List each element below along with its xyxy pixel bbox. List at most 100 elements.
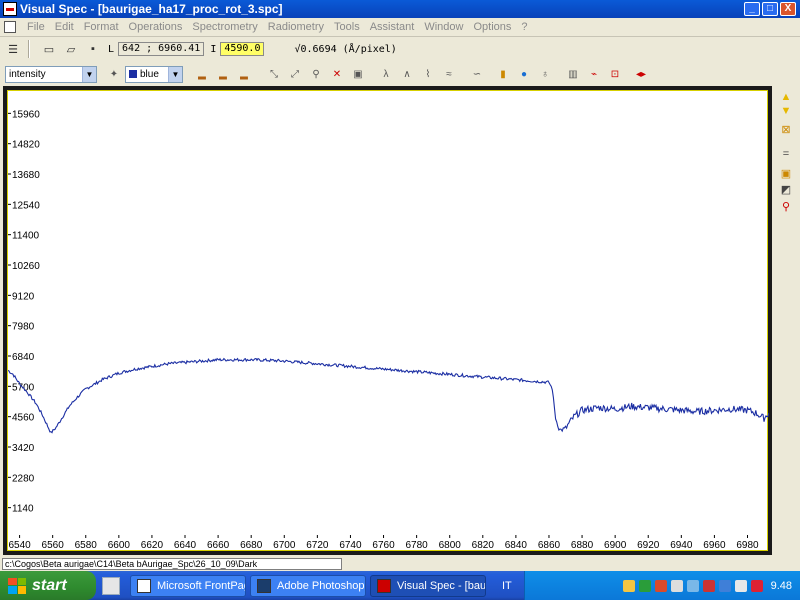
line-list-2-icon[interactable]: ▂ bbox=[214, 65, 232, 83]
zoom-out-icon[interactable]: ⚲ bbox=[777, 199, 795, 215]
x-tick-label: 6800 bbox=[439, 540, 462, 551]
x-tick-label: 6820 bbox=[472, 540, 495, 551]
display-toolbar: intensity ▼ ✦ blue ▼ ▂ ▂ ▂ ⤡ ⤢ ⚲ ✕ ▣ λ ∧… bbox=[0, 63, 800, 85]
task-label: Visual Spec - [bauriga... bbox=[397, 579, 486, 592]
task-frontpage[interactable]: Microsoft FrontPage -... bbox=[130, 574, 246, 597]
arrow-left-right-icon[interactable]: ◂▸ bbox=[632, 65, 650, 83]
menu-help[interactable]: ? bbox=[516, 21, 532, 33]
x-tick-label: 6580 bbox=[75, 540, 98, 551]
start-button[interactable]: start bbox=[0, 571, 96, 600]
x-tick-label: 6680 bbox=[240, 540, 263, 551]
bluetooth-icon[interactable] bbox=[718, 579, 731, 592]
open-folder-icon[interactable]: ▱ bbox=[62, 40, 80, 58]
x-tick-label: 6980 bbox=[736, 540, 759, 551]
open-file-icon[interactable]: ▭ bbox=[40, 40, 58, 58]
task-label: Adobe Photoshop CS3 bbox=[277, 579, 365, 592]
menu-spectrometry[interactable]: Spectrometry bbox=[187, 21, 262, 33]
y-tick-label: 3420 bbox=[12, 443, 35, 454]
security-icon[interactable] bbox=[654, 579, 667, 592]
x-tick-label: 6540 bbox=[8, 540, 31, 551]
x-tick-label: 6600 bbox=[108, 540, 131, 551]
bar-icon[interactable]: ▮ bbox=[494, 65, 512, 83]
x-tick-label: 6700 bbox=[273, 540, 296, 551]
x-tick-label: 6840 bbox=[505, 540, 528, 551]
network-icon[interactable] bbox=[686, 579, 699, 592]
peak-icon[interactable]: ∧ bbox=[398, 65, 416, 83]
x-tick-label: 6880 bbox=[571, 540, 594, 551]
lock-icon[interactable]: ⊠ bbox=[777, 122, 795, 138]
camera-icon[interactable]: ▣ bbox=[349, 65, 367, 83]
line-list-icon[interactable]: ▂ bbox=[193, 65, 211, 83]
minimize-button[interactable]: _ bbox=[744, 2, 760, 16]
alert-icon[interactable] bbox=[702, 579, 715, 592]
profile-icon[interactable]: ⌇ bbox=[419, 65, 437, 83]
status-bar: c:\Cogos\Beta aurigae\C14\Beta bAurigae_… bbox=[0, 557, 800, 571]
fit-lambda-icon[interactable]: λ bbox=[377, 65, 395, 83]
zoom-reset-icon[interactable]: ✕ bbox=[328, 65, 346, 83]
status-path: c:\Cogos\Beta aurigae\C14\Beta bAurigae_… bbox=[2, 558, 342, 570]
task-photoshop[interactable]: Adobe Photoshop CS3 bbox=[250, 574, 366, 597]
app-icon bbox=[3, 2, 17, 16]
color-picker-icon[interactable]: ✦ bbox=[105, 65, 123, 83]
monitor-icon[interactable] bbox=[734, 579, 747, 592]
line-list-3-icon[interactable]: ▂ bbox=[235, 65, 253, 83]
intensity-label: I bbox=[210, 43, 217, 55]
close-button[interactable]: X bbox=[780, 2, 796, 16]
menu-edit[interactable]: Edit bbox=[50, 21, 79, 33]
x-tick-label: 6920 bbox=[637, 540, 660, 551]
spectrum-plot[interactable]: 1140 2280 3420 4560 5700 6840 7980 9120 10260 114… bbox=[7, 90, 769, 552]
window-title: Visual Spec - [baurigae_ha17_proc_rot_3.… bbox=[20, 2, 283, 16]
maximize-button[interactable]: □ bbox=[762, 2, 778, 16]
y-tick-label: 9120 bbox=[12, 291, 35, 302]
x-tick-label: 6640 bbox=[174, 540, 197, 551]
continuum-icon[interactable]: ≈ bbox=[440, 65, 458, 83]
y-tick-label: 13680 bbox=[12, 170, 40, 181]
smooth-icon[interactable]: ∽ bbox=[468, 65, 486, 83]
volume-icon[interactable] bbox=[670, 579, 683, 592]
y-tick-label: 12540 bbox=[12, 200, 40, 211]
start-label: start bbox=[32, 576, 67, 594]
profile-select-value: intensity bbox=[9, 68, 46, 80]
task-visualspec[interactable]: Visual Spec - [bauriga... bbox=[370, 574, 486, 597]
spectrum-chart[interactable]: 1140228034204560570068407980912010260114… bbox=[8, 91, 769, 552]
scroll-down-icon[interactable]: ▼ bbox=[777, 103, 795, 119]
zoom-box-icon[interactable]: ⤢ bbox=[286, 65, 304, 83]
equal-icon[interactable]: = bbox=[777, 146, 795, 162]
menu-tools[interactable]: Tools bbox=[329, 21, 365, 33]
chevron-down-icon[interactable]: ▼ bbox=[82, 66, 96, 82]
stack-icon[interactable]: ☰ bbox=[4, 40, 22, 58]
magnifier-icon[interactable]: ⚲ bbox=[307, 65, 325, 83]
menu-window[interactable]: Window bbox=[419, 21, 468, 33]
y-tick-label: 1140 bbox=[12, 504, 34, 515]
gradient-icon[interactable]: ◩ bbox=[777, 182, 795, 198]
language-indicator[interactable]: IT bbox=[502, 580, 524, 592]
menu-file[interactable]: File bbox=[22, 21, 50, 33]
menu-radiometry[interactable]: Radiometry bbox=[263, 21, 329, 33]
x-tick-label: 6900 bbox=[604, 540, 627, 551]
quicklaunch-icon[interactable] bbox=[102, 576, 120, 595]
menu-assistant[interactable]: Assistant bbox=[365, 21, 420, 33]
save-icon[interactable]: ▪ bbox=[84, 40, 102, 58]
water-drop-icon[interactable]: ● bbox=[515, 65, 533, 83]
frame-icon[interactable]: ▣ bbox=[777, 166, 795, 182]
y-tick-label: 6840 bbox=[12, 352, 35, 363]
graph-icon[interactable]: ⊡ bbox=[606, 65, 624, 83]
shield-icon[interactable] bbox=[638, 579, 651, 592]
y-tick-label: 7980 bbox=[12, 322, 35, 333]
hand-icon[interactable] bbox=[622, 579, 635, 592]
menu-operations[interactable]: Operations bbox=[124, 21, 188, 33]
flask-icon[interactable]: ♁ bbox=[536, 65, 554, 83]
antivirus-icon[interactable] bbox=[750, 579, 763, 592]
chevron-down-icon[interactable]: ▼ bbox=[168, 66, 182, 82]
menu-format[interactable]: Format bbox=[79, 21, 124, 33]
menu-options[interactable]: Options bbox=[468, 21, 516, 33]
spectrum-red-icon[interactable]: ⌁ bbox=[585, 65, 603, 83]
color-select[interactable]: blue ▼ bbox=[125, 65, 183, 83]
document-icon[interactable] bbox=[4, 21, 16, 33]
y-tick-label: 2280 bbox=[12, 473, 35, 484]
profile-select[interactable]: intensity ▼ bbox=[5, 65, 97, 83]
zoom-fit-icon[interactable]: ⤡ bbox=[265, 65, 283, 83]
x-tick-label: 6960 bbox=[703, 540, 726, 551]
histogram-icon[interactable]: ▥ bbox=[564, 65, 582, 83]
color-select-value: blue bbox=[140, 68, 159, 80]
